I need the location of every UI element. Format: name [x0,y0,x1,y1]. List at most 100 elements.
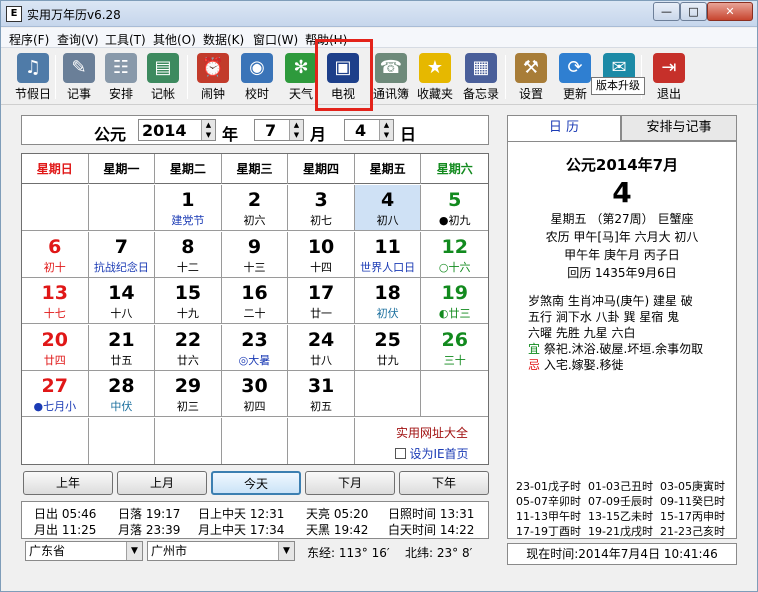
lunar-label: 初五 [310,400,333,413]
calendar-day-cell[interactable]: 15 十九 [155,278,222,324]
tool-update[interactable]: ⟳ 更新 [555,51,595,103]
menu-item[interactable]: 其他(O) [153,31,196,48]
today-button[interactable]: 今天 [211,471,301,495]
day-number: 11 [374,235,401,258]
tool-label: 设置 [518,87,543,101]
lunar-label: 三十 [443,353,466,367]
day-number: 24 [307,328,335,351]
tool-settings[interactable]: ⚒ 设置 [511,51,551,103]
notes-icon: ✎ [63,53,95,83]
tool-ledger[interactable]: ▤ 记帐 [143,51,183,103]
calendar-day-cell[interactable]: 20 廿四 [22,324,89,371]
next-month-button[interactable]: 下月 [305,471,395,495]
tool-label: 更新 [562,87,587,101]
set-homepage-checkbox[interactable]: 设为IE首页 [377,445,487,462]
calendar-day-cell[interactable]: 17 廿一 [288,278,355,324]
calendar-day-cell[interactable]: 12 ○十六 [421,232,488,278]
province-select[interactable]: 广东省 ▼ [25,541,143,561]
calendar-day-cell[interactable]: 4 初八 [354,185,422,231]
tool-notes[interactable]: ✎ 记事 [59,51,99,103]
calendar-day-cell[interactable]: 29 初三 [155,371,222,417]
tool-time-sync[interactable]: ◉ 校时 [237,51,277,103]
calendar-day-cell[interactable]: 23 ◎大暑 [221,324,289,371]
calendar-day-cell[interactable]: 7 抗战纪念日 [88,231,156,278]
calendar-day-cell[interactable]: 10 十四 [288,231,355,278]
calendar-day-cell[interactable]: 2 初六 [221,185,289,231]
double-hour-cell: 17-19丁酉时 [516,525,581,538]
day-number: 16 [241,282,268,304]
tab-schedule-notes[interactable]: 安排与记事 [621,115,737,141]
menu-item[interactable]: 程序(F) [9,31,49,48]
checkbox-box[interactable] [395,448,407,459]
maximize-button[interactable]: □ [680,2,707,21]
tool-memo[interactable]: ▦ 备忘录 [461,51,501,103]
address-book-icon: ☎ [375,53,407,83]
calendar-day-cell[interactable]: 31 初五 [288,371,355,417]
calendar-day-cell[interactable]: 22 廿六 [155,324,222,371]
province-value: 广东省 [29,544,66,558]
double-hour-cell: 05-07辛卯时 [516,495,581,508]
menu-item[interactable]: 工具(T) [105,31,146,48]
day-number: 25 [374,328,401,351]
next-year-button[interactable]: 下年 [399,471,489,495]
calendar-day-cell[interactable]: 3 初七 [288,185,355,231]
calendar-day-cell[interactable]: 9 十三 [221,231,289,278]
calendar-day-cell[interactable]: 21 廿五 [88,324,156,371]
calendar-day-cell[interactable]: 26 三十 [421,325,488,371]
calendar-day-cell[interactable]: 1 建党节 [155,185,222,231]
year-spinner[interactable]: 2014 ▲ ▼ [138,119,216,141]
calendar-day-cell[interactable]: 27 ●七月小 [22,371,89,417]
close-button[interactable]: ✕ [707,2,753,21]
month-spinner[interactable]: 7 ▲ ▼ [254,119,304,141]
day-spin-arrows[interactable]: ▲ ▼ [379,120,393,140]
calendar-day-cell[interactable]: 28 中伏 [88,371,156,417]
chevron-down-icon[interactable]: ▼ [278,542,294,560]
prev-month-button[interactable]: 上月 [117,471,207,495]
calendar-day-cell[interactable]: 11 世界人口日 [354,231,422,278]
calendar-day-cell[interactable]: 14 十八 [88,278,156,324]
month-spin-arrows[interactable]: ▲ ▼ [289,120,303,140]
title-bar[interactable]: E 实用万年历v6.28 — □ ✕ [1,1,757,27]
day-number: 28 [108,375,135,397]
tool-address-book[interactable]: ☎ 通讯簿 [371,51,411,103]
calendar-day-cell[interactable]: 13 十七 [22,278,89,324]
calendar-day-cell[interactable]: 19 ◐廿三 [421,278,488,324]
alarm-clock-icon: ⏰ [197,53,229,83]
day-value: 4 [355,121,367,140]
calendar-day-cell[interactable]: 24 廿八 [288,324,355,371]
city-select[interactable]: 广州市 ▼ [147,541,295,561]
year-spin-arrows[interactable]: ▲ ▼ [201,120,215,140]
day-number: 29 [174,375,202,397]
menu-item[interactable]: 窗口(W) [253,31,298,48]
prev-year-button[interactable]: 上年 [23,471,113,495]
memo-icon: ▦ [465,53,497,83]
day-spinner[interactable]: 4 ▲ ▼ [344,119,394,141]
weekday-header-cell: 星期五 [355,154,422,184]
month-value: 7 [265,121,277,140]
side-tabs: 日 历 安排与记事 [507,115,737,141]
calendar-day-cell[interactable]: 5 ●初九 [421,185,488,231]
tool-exit[interactable]: ⇥ 退出 [649,51,689,103]
useful-sites-link[interactable]: 实用网址大全 [377,424,487,441]
tab-calendar[interactable]: 日 历 [507,115,621,141]
calendar-day-cell[interactable]: 25 廿九 [354,324,422,371]
calendar-day-cell[interactable]: 6 初十 [22,231,89,278]
lunar-label: 廿四 [43,353,66,367]
tool-schedule[interactable]: ☷ 安排 [101,51,141,103]
tool-favorites-star[interactable]: ★ 收藏夹 [415,51,455,103]
calendar-day-cell[interactable]: 18 初伏 [354,278,422,324]
minimize-button[interactable]: — [653,2,680,21]
calendar-day-cell[interactable]: 8 十二 [155,231,222,278]
day-unit: 日 [400,125,417,144]
calendar-day-cell[interactable]: 16 二十 [221,278,289,324]
almanac-line-2: 五行 涧下水 八卦 巽 星宿 鬼 [528,310,680,324]
calendar-day-cell[interactable]: 30 初四 [221,371,289,417]
lunar-label: 初伏 [376,307,399,320]
chevron-down-icon[interactable]: ▼ [126,542,142,560]
tool-alarm-clock[interactable]: ⏰ 闹钟 [193,51,233,103]
menu-item[interactable]: 数据(K) [203,31,244,48]
menu-item[interactable]: 查询(V) [57,31,99,48]
lunar-label: 廿五 [110,353,133,367]
tool-holiday[interactable]: ♫ 节假日 [13,51,53,103]
sun-transit-time: 日上中天 12:31 [198,507,285,521]
